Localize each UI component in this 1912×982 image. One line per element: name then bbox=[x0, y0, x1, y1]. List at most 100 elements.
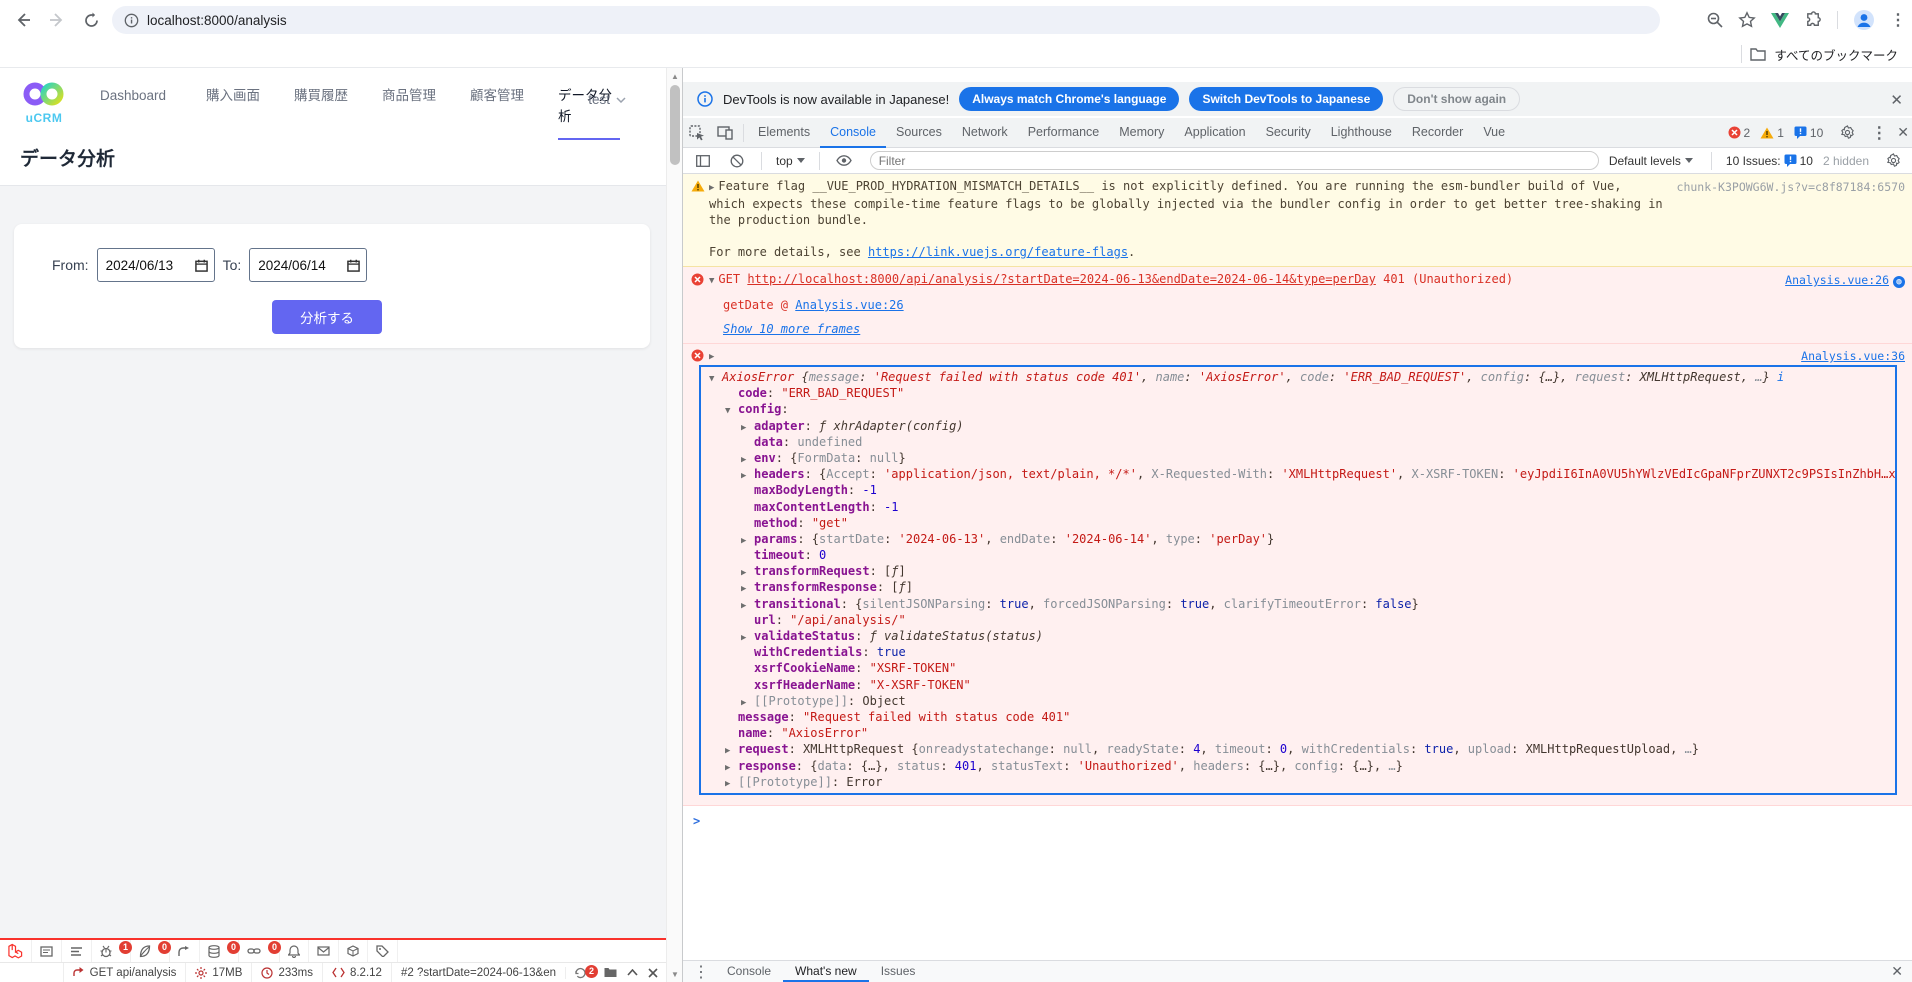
tab-lighthouse[interactable]: Lighthouse bbox=[1321, 118, 1402, 147]
disclosure-triangle[interactable]: ▶ bbox=[741, 630, 754, 644]
nav-item-purchase-history[interactable]: 購買履歴 bbox=[294, 86, 348, 117]
devtools-menu-kebab-icon[interactable]: ⋮ bbox=[1871, 123, 1887, 143]
console-tree-line[interactable]: ▶ response: {data: {…}, status: 401, stat… bbox=[701, 758, 1895, 774]
request-url-link[interactable]: http://localhost:8000/api/analysis/?star… bbox=[747, 272, 1376, 286]
devtools-close-icon[interactable]: ✕ bbox=[1897, 124, 1909, 141]
log-levels-select[interactable]: Default levels bbox=[1605, 154, 1697, 168]
warning-source-location[interactable]: chunk-K3POWG6W.js?v=c8f87184:6570 bbox=[1677, 179, 1905, 195]
tab-recorder[interactable]: Recorder bbox=[1402, 118, 1473, 147]
scroll-up-arrow[interactable]: ▲ bbox=[667, 68, 683, 84]
console-tree-line[interactable]: ▶ transitional: {silentJSONParsing: true,… bbox=[701, 596, 1895, 612]
disclosure-triangle[interactable]: ▼ bbox=[709, 276, 714, 286]
console-tree-line[interactable]: ▶ request: XMLHttpRequest {onreadystatech… bbox=[701, 741, 1895, 757]
tab-security[interactable]: Security bbox=[1256, 118, 1321, 147]
memory-usage[interactable]: 17MB bbox=[185, 962, 251, 982]
analyze-button[interactable]: 分析する bbox=[272, 300, 382, 334]
tab-memory[interactable]: Memory bbox=[1109, 118, 1174, 147]
session-icon[interactable] bbox=[339, 940, 368, 962]
exceptions-icon[interactable]: 1 bbox=[92, 940, 132, 962]
request-id-query[interactable]: #2 ?startDate=2024-06-13&en bbox=[390, 962, 565, 982]
nav-item-purchase[interactable]: 購入画面 bbox=[206, 86, 260, 117]
user-menu[interactable]: test bbox=[588, 92, 626, 107]
request-duration[interactable]: 233ms bbox=[251, 962, 322, 982]
calendar-icon[interactable] bbox=[194, 259, 208, 272]
tab-console[interactable]: Console bbox=[820, 118, 886, 148]
console-tree-line[interactable]: ▼ config: bbox=[701, 401, 1895, 417]
to-date-input[interactable] bbox=[249, 248, 368, 282]
nav-item-customer-management[interactable]: 顧客管理 bbox=[470, 86, 524, 117]
open-folder-icon[interactable] bbox=[604, 967, 617, 978]
views-icon[interactable]: 0 bbox=[131, 940, 171, 962]
inspect-element-icon[interactable] bbox=[683, 118, 711, 147]
profile-avatar[interactable] bbox=[1852, 8, 1876, 32]
console-tree-line[interactable]: ▶ adapter: ƒ xhrAdapter(config) bbox=[701, 418, 1895, 434]
vue-devtools-extension-icon[interactable] bbox=[1770, 11, 1790, 29]
models-icon[interactable]: 0 bbox=[239, 940, 281, 962]
history-icon[interactable]: 2 bbox=[574, 964, 598, 979]
tab-sources[interactable]: Sources bbox=[886, 118, 952, 147]
issues-count[interactable]: 10 bbox=[1794, 126, 1823, 140]
from-date-value[interactable] bbox=[105, 257, 190, 273]
disclosure-triangle[interactable]: ▶ bbox=[741, 565, 754, 579]
disclosure-triangle[interactable]: ▶ bbox=[725, 760, 738, 774]
close-debugbar-icon[interactable] bbox=[648, 967, 658, 978]
calendar-icon[interactable] bbox=[347, 259, 361, 272]
route-icon[interactable] bbox=[170, 940, 200, 962]
laravel-logo-icon[interactable] bbox=[0, 940, 32, 962]
console-tree-line[interactable]: ▼ AxiosError {message: 'Request failed wi… bbox=[701, 369, 1895, 385]
console-tree-line[interactable]: ▶ params: {startDate: '2024-06-13', endDa… bbox=[701, 531, 1895, 547]
disclosure-triangle[interactable]: ▶ bbox=[709, 183, 714, 193]
dont-show-again-button[interactable]: Don't show again bbox=[1393, 87, 1521, 111]
stack-source-link[interactable]: Analysis.vue:26 bbox=[795, 298, 903, 312]
url-bar[interactable]: localhost:8000/analysis bbox=[112, 6, 1660, 34]
back-button[interactable] bbox=[6, 3, 40, 37]
match-chrome-language-button[interactable]: Always match Chrome's language bbox=[959, 87, 1180, 111]
console-warning-count[interactable]: 1 bbox=[1760, 126, 1784, 140]
tab-performance[interactable]: Performance bbox=[1018, 118, 1110, 147]
console-settings-gear-icon[interactable] bbox=[1879, 146, 1907, 175]
page-scrollbar[interactable]: ▲ ▼ bbox=[666, 68, 682, 982]
disclosure-triangle[interactable]: ▶ bbox=[709, 352, 714, 362]
nav-item-dashboard[interactable]: Dashboard bbox=[100, 86, 172, 117]
console-tree-line[interactable]: ▶ validateStatus: ƒ validateStatus(status… bbox=[701, 628, 1895, 644]
console-tree-line[interactable]: ▶ transformRequest: [ƒ] bbox=[701, 563, 1895, 579]
app-logo[interactable]: uCRM bbox=[20, 80, 76, 125]
disclosure-triangle[interactable]: ▶ bbox=[725, 776, 738, 790]
messages-icon[interactable] bbox=[32, 940, 62, 962]
error-source-location[interactable]: Analysis.vue:36 bbox=[1801, 348, 1905, 364]
devtools-settings-gear-icon[interactable] bbox=[1833, 118, 1861, 147]
tab-elements[interactable]: Elements bbox=[748, 118, 820, 147]
disclosure-triangle[interactable]: ▶ bbox=[741, 533, 754, 547]
filter-text-field[interactable] bbox=[878, 153, 1590, 168]
console-filter-input[interactable] bbox=[869, 151, 1599, 170]
issues-toolbar-link[interactable]: 10 Issues: 10 bbox=[1726, 154, 1813, 168]
tab-network[interactable]: Network bbox=[952, 118, 1018, 147]
disclosure-triangle[interactable]: ▶ bbox=[741, 598, 754, 612]
console-tree-line[interactable]: ▶ env: {FormData: null} bbox=[701, 450, 1895, 466]
drawer-tab-whats-new[interactable]: What's new bbox=[783, 961, 869, 982]
queries-icon[interactable]: 0 bbox=[200, 940, 240, 962]
console-tree-line[interactable]: ▶ transformResponse: [ƒ] bbox=[701, 579, 1895, 595]
drawer-menu-kebab-icon[interactable]: ⋮ bbox=[683, 962, 715, 982]
show-more-frames-link[interactable]: Show 10 more frames bbox=[723, 322, 860, 336]
browser-menu-kebab-icon[interactable]: ⋮ bbox=[1890, 10, 1906, 30]
gate-icon[interactable] bbox=[280, 940, 309, 962]
hidden-messages-label[interactable]: 2 hidden bbox=[1823, 154, 1869, 168]
switch-to-japanese-button[interactable]: Switch DevTools to Japanese bbox=[1189, 87, 1384, 111]
from-date-input[interactable] bbox=[96, 248, 215, 282]
mails-icon[interactable] bbox=[309, 940, 339, 962]
disclosure-triangle[interactable]: ▶ bbox=[741, 420, 754, 434]
request-icon[interactable] bbox=[368, 940, 398, 962]
feature-flags-link[interactable]: https://link.vuejs.org/feature-flags bbox=[868, 245, 1128, 259]
refresh-button[interactable] bbox=[74, 3, 108, 37]
to-date-value[interactable] bbox=[258, 257, 343, 273]
drawer-tab-issues[interactable]: Issues bbox=[869, 961, 928, 982]
console-sidebar-toggle-icon[interactable] bbox=[689, 146, 717, 175]
tab-vue[interactable]: Vue bbox=[1473, 118, 1515, 147]
scroll-down-arrow[interactable]: ▼ bbox=[667, 966, 683, 982]
tab-application[interactable]: Application bbox=[1174, 118, 1255, 147]
all-bookmarks-button[interactable]: すべてのブックマーク bbox=[1741, 40, 1898, 68]
disclosure-triangle[interactable]: ▼ bbox=[709, 371, 722, 385]
zoom-out-icon[interactable] bbox=[1706, 11, 1724, 29]
device-toolbar-icon[interactable] bbox=[711, 118, 739, 147]
